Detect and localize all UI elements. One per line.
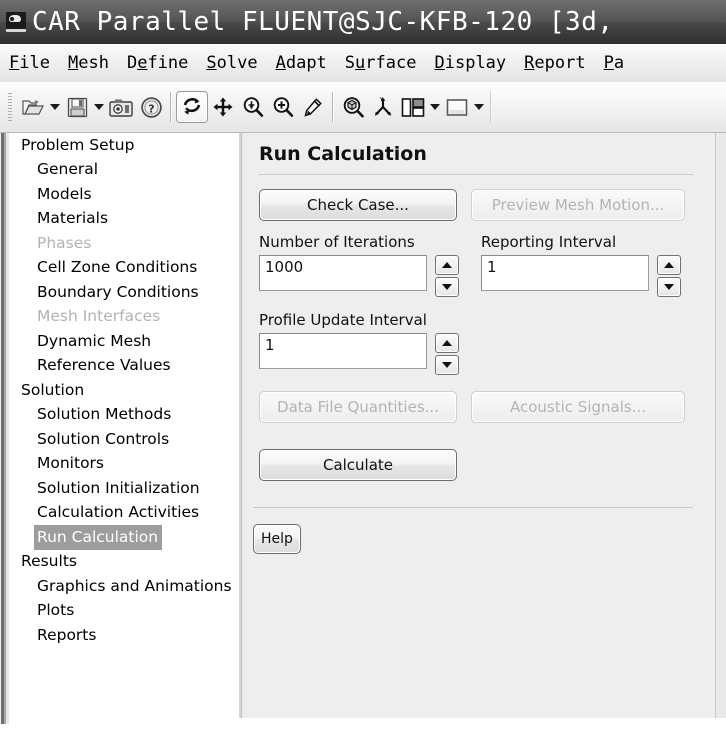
profile-update-interval-increment-icon[interactable]: [435, 333, 459, 353]
panel-bottom-divider: [253, 507, 693, 508]
main-toolbar: ? Y: [0, 82, 726, 133]
number-of-iterations-stepper: [435, 255, 459, 299]
window-left-frame: [0, 133, 9, 718]
reporting-interval-label: Reporting Interval: [481, 233, 617, 251]
number-of-iterations-input[interactable]: 1000: [259, 255, 427, 291]
window-bottom-left-corner: [0, 718, 9, 724]
reporting-interval-input[interactable]: 1: [481, 255, 649, 291]
reporting-interval-increment-icon[interactable]: [657, 255, 681, 275]
profile-update-interval-label: Profile Update Interval: [259, 311, 427, 329]
calculate-button[interactable]: Calculate: [259, 449, 457, 481]
toolbar-separator-2: [332, 92, 334, 122]
help-icon[interactable]: ?: [136, 92, 166, 122]
svg-text:?: ?: [148, 102, 154, 115]
tree-item-monitors[interactable]: Monitors: [37, 452, 238, 477]
reporting-interval-stepper: [657, 255, 681, 299]
probe-eyedropper-icon[interactable]: [298, 92, 328, 122]
fluent-main-window: CAR Parallel FLUENT@SJC-KFB-120 [3d, Fil…: [0, 0, 726, 732]
tree-item-dynamic-mesh[interactable]: Dynamic Mesh: [37, 329, 238, 354]
menu-mesh[interactable]: Mesh: [59, 53, 118, 74]
tree-item-general[interactable]: General: [37, 158, 238, 183]
number-of-iterations-label: Number of Iterations: [259, 233, 415, 251]
save-file-icon[interactable]: [62, 92, 92, 122]
fit-to-window-icon[interactable]: [338, 92, 368, 122]
save-file-dropdown-icon[interactable]: [92, 92, 106, 122]
panel-splitter[interactable]: [238, 133, 245, 718]
profile-update-row: Profile Update Interval 1: [259, 313, 715, 377]
menu-adapt[interactable]: Adapt: [267, 53, 336, 74]
window-bottom-strip: [0, 718, 726, 732]
toolbar-separator: [170, 92, 172, 122]
menu-bar: File Mesh Define Solve Adapt Surface Dis…: [0, 44, 726, 83]
acoustic-signals-button: Acoustic Signals...: [471, 391, 685, 423]
camera-snapshot-icon[interactable]: [106, 92, 136, 122]
tree-item-graphics-and-animations[interactable]: Graphics and Animations: [37, 574, 238, 599]
panel-title: Run Calculation: [259, 143, 427, 165]
secondary-buttons-row: Data File Quantities... Acoustic Signals…: [259, 391, 715, 423]
top-buttons-row: Check Case... Preview Mesh Motion...: [259, 189, 715, 221]
profile-update-interval-stepper: [435, 333, 459, 377]
tree-item-boundary-conditions[interactable]: Boundary Conditions: [37, 280, 238, 305]
tree-item-reports[interactable]: Reports: [37, 623, 238, 648]
tree-item-mesh-interfaces: Mesh Interfaces: [37, 307, 161, 325]
menu-solve[interactable]: Solve: [197, 53, 266, 74]
toolbar-empty-area: [490, 91, 726, 123]
window-title: CAR Parallel FLUENT@SJC-KFB-120 [3d,: [32, 7, 614, 37]
viewport-layout-dropdown-icon[interactable]: [428, 92, 442, 122]
reporting-interval-group: Reporting Interval 1: [481, 235, 681, 299]
tree-item-problem-setup[interactable]: Problem Setup: [21, 133, 238, 158]
profile-update-interval-decrement-icon[interactable]: [435, 355, 459, 375]
toolbar-grip[interactable]: [8, 93, 12, 121]
open-file-dropdown-icon[interactable]: [48, 92, 62, 122]
calculate-row: Calculate: [259, 449, 715, 481]
profile-update-interval-input[interactable]: 1: [259, 333, 427, 369]
tree-item-cell-zone-conditions[interactable]: Cell Zone Conditions: [37, 256, 238, 281]
preview-mesh-motion-button: Preview Mesh Motion...: [471, 189, 685, 221]
reporting-interval-decrement-icon[interactable]: [657, 277, 681, 297]
check-case-button[interactable]: Check Case...: [259, 189, 457, 221]
menu-parallel[interactable]: Pa: [595, 53, 634, 74]
view-window-dropdown-icon[interactable]: [472, 92, 486, 122]
view-window-icon[interactable]: [442, 92, 472, 122]
navigation-tree: Problem Setup General Models Materials P…: [9, 133, 238, 718]
menu-report[interactable]: Report: [515, 53, 594, 74]
window-right-frame: [715, 133, 726, 718]
open-file-icon[interactable]: [18, 92, 48, 122]
help-row: Help: [253, 524, 715, 554]
tree-item-models[interactable]: Models: [37, 182, 238, 207]
tree-item-calculation-activities[interactable]: Calculation Activities: [37, 501, 238, 526]
tree-item-phases: Phases: [37, 233, 92, 252]
help-button[interactable]: Help: [253, 524, 301, 554]
profile-update-interval-group: Profile Update Interval 1: [259, 313, 459, 377]
tree-item-solution-methods[interactable]: Solution Methods: [37, 403, 238, 428]
data-file-quantities-button: Data File Quantities...: [259, 391, 457, 423]
zoom-in-icon[interactable]: [268, 92, 298, 122]
tree-item-materials[interactable]: Materials: [37, 207, 238, 232]
tree-item-solution-controls[interactable]: Solution Controls: [37, 427, 238, 452]
axes-triad-icon[interactable]: Y: [368, 92, 398, 122]
tree-item-reference-values[interactable]: Reference Values: [37, 354, 238, 379]
panel-title-divider: [259, 174, 693, 175]
iterations-row: Number of Iterations 1000 Reporting Inte…: [259, 235, 715, 299]
fluent-app-icon: [6, 12, 26, 32]
number-of-iterations-decrement-icon[interactable]: [435, 277, 459, 297]
zoom-out-icon[interactable]: [238, 92, 268, 122]
menu-define[interactable]: Define: [118, 53, 197, 74]
tree-item-plots[interactable]: Plots: [37, 599, 238, 624]
menu-file[interactable]: File: [0, 53, 59, 74]
svg-text:Y: Y: [379, 97, 384, 103]
tree-item-results[interactable]: Results: [21, 550, 238, 575]
number-of-iterations-group: Number of Iterations 1000: [259, 235, 459, 299]
tree-item-solution-initialization[interactable]: Solution Initialization: [37, 476, 238, 501]
menu-surface[interactable]: Surface: [336, 53, 426, 74]
run-calculation-panel: Run Calculation Check Case... Preview Me…: [245, 133, 715, 718]
window-titlebar: CAR Parallel FLUENT@SJC-KFB-120 [3d,: [0, 0, 726, 44]
menu-display[interactable]: Display: [425, 53, 515, 74]
viewport-layout-icon[interactable]: [398, 92, 428, 122]
tree-item-solution[interactable]: Solution: [21, 378, 238, 403]
rotate-view-icon[interactable]: [176, 91, 208, 123]
pan-view-icon[interactable]: [208, 92, 238, 122]
tree-item-run-calculation[interactable]: Run Calculation: [34, 525, 163, 550]
number-of-iterations-increment-icon[interactable]: [435, 255, 459, 275]
